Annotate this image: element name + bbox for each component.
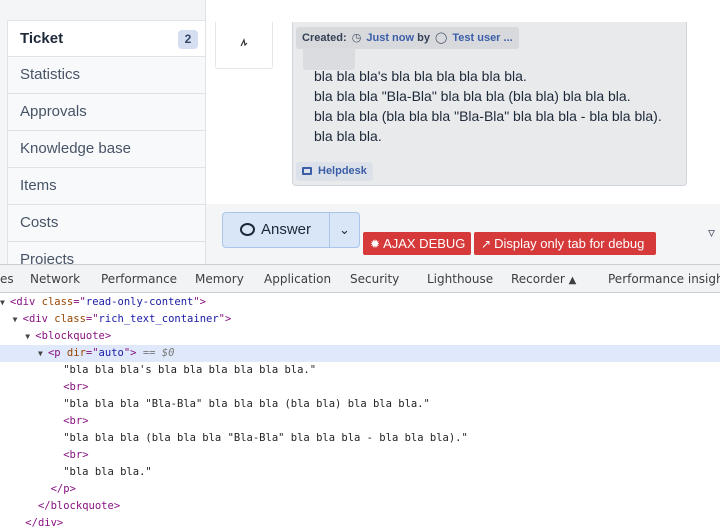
dom-node[interactable]: <br> [0, 413, 720, 430]
tab-costs-label: Costs [20, 214, 59, 231]
ajax-debug-label: AJAX DEBUG [383, 236, 466, 251]
dom-text-node[interactable]: "bla bla bla (bla bla bla "Bla-Bla" bla … [0, 430, 720, 447]
message-author-link[interactable]: Test user ... [452, 32, 512, 44]
recorder-tab-label: Recorder [511, 272, 565, 286]
devtools-tab[interactable]: Security [350, 265, 399, 293]
tab-items-label: Items [20, 177, 57, 194]
answer-button-label: Answer [261, 221, 312, 238]
chat-bubble-icon [240, 223, 255, 236]
selected-node-marker: == $0 [142, 347, 175, 359]
devtools-tab[interactable]: Lighthouse [427, 265, 493, 293]
sidebar-divider [205, 0, 206, 205]
answer-button[interactable]: Answer [222, 212, 330, 248]
tab-projects[interactable]: Projects [7, 242, 206, 264]
tab-costs[interactable]: Costs [7, 205, 206, 242]
tab-statistics-label: Statistics [20, 66, 81, 83]
message-line: bla bla bla "Bla-Bla" bla bla bla (bla b… [314, 88, 631, 104]
dom-node[interactable]: </blockquote> [0, 498, 720, 515]
ticket-tab-list: Ticket 2 Statistics Approvals Knowledge … [7, 0, 206, 264]
dom-text-node[interactable]: "bla bla bla "Bla-Bla" bla bla bla (bla … [0, 396, 720, 413]
devtools-tab[interactable]: Memory [195, 265, 244, 293]
tab-approvals[interactable]: Approvals [7, 94, 206, 131]
message-header: Created: ◷ Just now by ◯ Test user ... [296, 27, 519, 49]
devtools-tab-bar: es Network Performance Memory Applicatio… [0, 265, 720, 293]
dom-node[interactable]: <br> [0, 447, 720, 464]
chevron-down-icon: ⌄ [339, 222, 350, 237]
tab-projects-label: Projects [20, 251, 75, 264]
collapse-triangle-icon[interactable]: ▼ [0, 295, 10, 311]
user-icon: ◯ [435, 32, 448, 44]
by-label: by [417, 32, 430, 44]
message-line: bla bla bla. [314, 128, 382, 144]
answer-dropdown-toggle[interactable]: ⌄ [329, 212, 360, 248]
dom-node[interactable]: <br> [0, 379, 720, 396]
avatar-image-icon [240, 38, 248, 47]
dom-tree: ▼ <div class="read-only-content"> ▼ <div c… [0, 294, 720, 529]
devtools-tab[interactable]: es [0, 265, 14, 293]
dom-node[interactable]: ▼ <div class="read-only-content"> [0, 294, 720, 311]
tab-statistics[interactable]: Statistics [7, 57, 206, 94]
tab-knowledge-base[interactable]: Knowledge base [7, 131, 206, 168]
message-line: bla bla bla's bla bla bla bla bla bla. [314, 68, 527, 84]
inbox-icon [302, 167, 312, 175]
dom-node[interactable]: </div> [0, 515, 720, 529]
dom-node-selected[interactable]: ▼ <p dir="auto"> == $0 [0, 345, 720, 362]
message-line: bla bla bla (bla bla bla "Bla-Bla" bla b… [314, 108, 662, 124]
collapse-triangle-icon[interactable]: ▼ [25, 329, 35, 345]
external-link-icon: ↗ [481, 237, 492, 251]
ticket-app: Ticket 2 Statistics Approvals Knowledge … [0, 0, 720, 264]
flask-icon: ▲ [568, 275, 577, 286]
source-badge: Helpdesk [296, 162, 373, 181]
devtools-tab[interactable]: Performance [101, 265, 177, 293]
tab-ticket[interactable]: Ticket 2 [7, 20, 206, 57]
source-badge-label: Helpdesk [318, 165, 367, 177]
display-tab-debug-button[interactable]: ↗ Display only tab for debug [474, 232, 656, 255]
tab-knowledge-base-label: Knowledge base [20, 140, 131, 157]
devtools-tab[interactable]: Network [30, 265, 80, 293]
tab-ticket-label: Ticket [20, 30, 64, 47]
tab-items[interactable]: Items [7, 168, 206, 205]
clock-icon: ◷ [351, 32, 362, 44]
created-label: Created: [302, 32, 347, 44]
bug-icon: ✹ [370, 237, 381, 251]
devtools-tab[interactable]: Recorder ▲ [511, 265, 576, 293]
dom-text-node[interactable]: "bla bla bla." [0, 464, 720, 481]
message-body: bla bla bla's bla bla bla bla bla bla. b… [314, 66, 662, 146]
ajax-debug-button[interactable]: ✹ AJAX DEBUG [363, 232, 471, 255]
dom-node[interactable]: </p> [0, 481, 720, 498]
filter-icon[interactable]: ▿ [708, 225, 720, 239]
dom-node[interactable]: ▼ <div class="rich_text_container"> [0, 311, 720, 328]
dom-node[interactable]: ▼ <blockquote> [0, 328, 720, 345]
tab-approvals-label: Approvals [20, 103, 87, 120]
dom-text-node[interactable]: "bla bla bla's bla bla bla bla bla bla." [0, 362, 720, 379]
timeline-message: Created: ◷ Just now by ◯ Test user ... b… [292, 22, 687, 186]
collapse-triangle-icon[interactable]: ▼ [38, 346, 48, 362]
ticket-count-badge: 2 [178, 30, 198, 49]
collapse-triangle-icon[interactable]: ▼ [13, 312, 23, 328]
display-tab-debug-label: Display only tab for debug [494, 236, 645, 251]
devtools-tab[interactable]: Performance insights [608, 265, 720, 293]
devtools-tab[interactable]: Application [264, 265, 331, 293]
devtools-panel: es Network Performance Memory Applicatio… [0, 264, 720, 529]
author-avatar [215, 22, 273, 69]
message-time-link[interactable]: Just now [366, 32, 414, 44]
